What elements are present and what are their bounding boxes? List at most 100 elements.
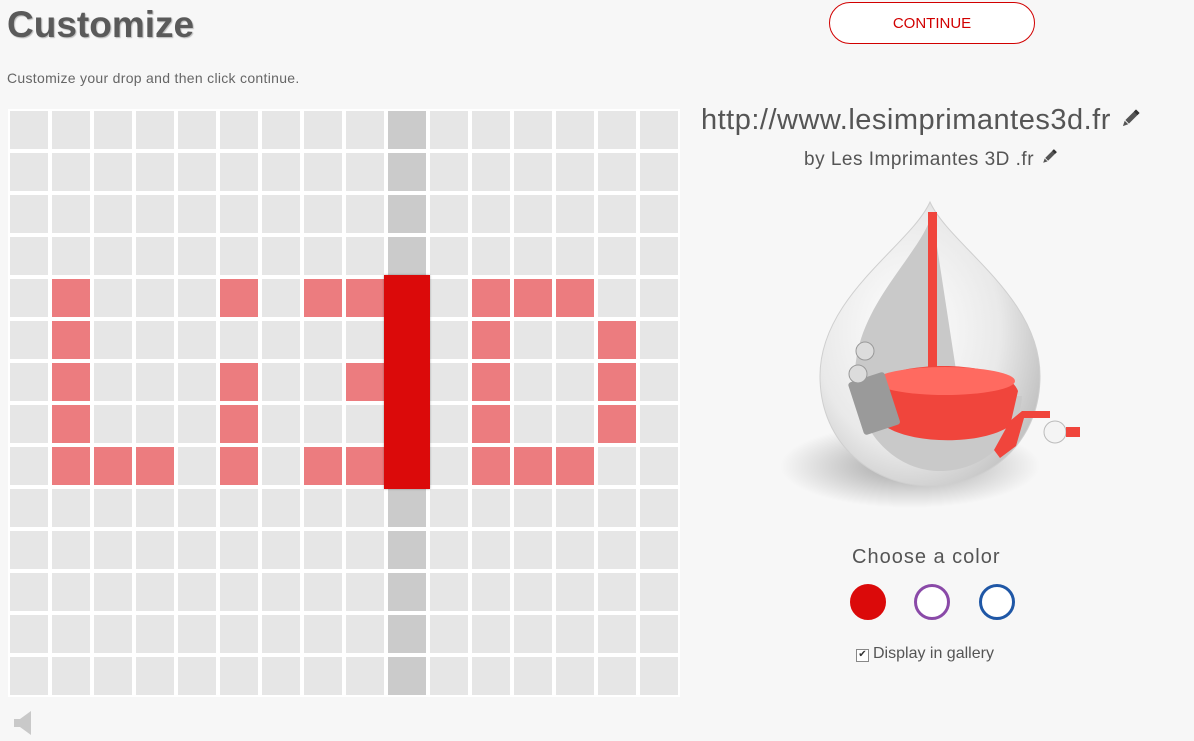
grid-cell-r2-c14[interactable] xyxy=(598,195,636,233)
grid-cell-r12-c12[interactable] xyxy=(514,615,552,653)
grid-cell-r3-c4[interactable] xyxy=(178,237,216,275)
grid-cell-r4-c12[interactable] xyxy=(514,279,552,317)
grid-cell-r8-c10[interactable] xyxy=(430,447,468,485)
grid-cell-r2-c6[interactable] xyxy=(262,195,300,233)
grid-cell-r10-c11[interactable] xyxy=(472,531,510,569)
grid-cell-r2-c1[interactable] xyxy=(52,195,90,233)
grid-cell-r0-c6[interactable] xyxy=(262,111,300,149)
grid-cell-r10-c13[interactable] xyxy=(556,531,594,569)
grid-cell-r0-c11[interactable] xyxy=(472,111,510,149)
grid-cell-r9-c8[interactable] xyxy=(346,489,384,527)
grid-cell-r0-c3[interactable] xyxy=(136,111,174,149)
grid-cell-r5-c4[interactable] xyxy=(178,321,216,359)
grid-cell-r6-c3[interactable] xyxy=(136,363,174,401)
grid-cell-r13-c12[interactable] xyxy=(514,657,552,695)
grid-cell-r9-c13[interactable] xyxy=(556,489,594,527)
grid-cell-r9-c5[interactable] xyxy=(220,489,258,527)
grid-cell-r8-c0[interactable] xyxy=(10,447,48,485)
grid-cell-r13-c0[interactable] xyxy=(10,657,48,695)
grid-cell-r9-c11[interactable] xyxy=(472,489,510,527)
grid-cell-r4-c4[interactable] xyxy=(178,279,216,317)
grid-cell-r9-c2[interactable] xyxy=(94,489,132,527)
grid-cell-r10-c3[interactable] xyxy=(136,531,174,569)
grid-cell-r12-c13[interactable] xyxy=(556,615,594,653)
grid-cell-r5-c13[interactable] xyxy=(556,321,594,359)
grid-cell-r11-c8[interactable] xyxy=(346,573,384,611)
grid-cell-r12-c0[interactable] xyxy=(10,615,48,653)
grid-cell-r0-c1[interactable] xyxy=(52,111,90,149)
grid-cell-r8-c12[interactable] xyxy=(514,447,552,485)
speaker-icon[interactable] xyxy=(12,710,36,736)
grid-cell-r6-c6[interactable] xyxy=(262,363,300,401)
grid-cell-r0-c12[interactable] xyxy=(514,111,552,149)
grid-cell-r10-c15[interactable] xyxy=(640,531,678,569)
grid-cell-r5-c3[interactable] xyxy=(136,321,174,359)
pattern-grid[interactable] xyxy=(8,109,680,697)
grid-cell-r2-c7[interactable] xyxy=(304,195,342,233)
grid-cell-r12-c4[interactable] xyxy=(178,615,216,653)
grid-cell-r3-c14[interactable] xyxy=(598,237,636,275)
grid-cell-r0-c5[interactable] xyxy=(220,111,258,149)
grid-cell-r4-c11[interactable] xyxy=(472,279,510,317)
grid-cell-r7-c0[interactable] xyxy=(10,405,48,443)
grid-cell-r2-c2[interactable] xyxy=(94,195,132,233)
grid-cell-r3-c2[interactable] xyxy=(94,237,132,275)
grid-cell-r3-c1[interactable] xyxy=(52,237,90,275)
grid-cell-r0-c7[interactable] xyxy=(304,111,342,149)
grid-cell-r9-c14[interactable] xyxy=(598,489,636,527)
grid-cell-r4-c8[interactable] xyxy=(346,279,384,317)
grid-cell-r8-c14[interactable] xyxy=(598,447,636,485)
grid-cell-r5-c8[interactable] xyxy=(346,321,384,359)
grid-cell-r3-c11[interactable] xyxy=(472,237,510,275)
grid-cell-r5-c6[interactable] xyxy=(262,321,300,359)
grid-cell-r5-c7[interactable] xyxy=(304,321,342,359)
grid-cell-r10-c2[interactable] xyxy=(94,531,132,569)
grid-cell-r7-c14[interactable] xyxy=(598,405,636,443)
grid-cell-r7-c3[interactable] xyxy=(136,405,174,443)
color-swatch-red[interactable] xyxy=(850,584,886,620)
grid-cell-r12-c2[interactable] xyxy=(94,615,132,653)
grid-cell-r2-c9[interactable] xyxy=(388,195,426,233)
grid-cell-r3-c6[interactable] xyxy=(262,237,300,275)
grid-cell-r13-c10[interactable] xyxy=(430,657,468,695)
grid-cell-r12-c6[interactable] xyxy=(262,615,300,653)
grid-cell-r13-c11[interactable] xyxy=(472,657,510,695)
grid-cell-r6-c15[interactable] xyxy=(640,363,678,401)
grid-cell-r10-c1[interactable] xyxy=(52,531,90,569)
grid-cell-r12-c5[interactable] xyxy=(220,615,258,653)
grid-cell-r8-c4[interactable] xyxy=(178,447,216,485)
grid-cell-r13-c6[interactable] xyxy=(262,657,300,695)
grid-cell-r9-c10[interactable] xyxy=(430,489,468,527)
grid-cell-r4-c1[interactable] xyxy=(52,279,90,317)
grid-cell-r3-c9[interactable] xyxy=(388,237,426,275)
grid-cell-r11-c2[interactable] xyxy=(94,573,132,611)
grid-cell-r4-c3[interactable] xyxy=(136,279,174,317)
grid-cell-r7-c11[interactable] xyxy=(472,405,510,443)
grid-cell-r11-c9[interactable] xyxy=(388,573,426,611)
grid-cell-r11-c4[interactable] xyxy=(178,573,216,611)
grid-cell-r0-c0[interactable] xyxy=(10,111,48,149)
grid-cell-r9-c3[interactable] xyxy=(136,489,174,527)
grid-cell-r11-c12[interactable] xyxy=(514,573,552,611)
grid-cell-r10-c4[interactable] xyxy=(178,531,216,569)
grid-cell-r5-c12[interactable] xyxy=(514,321,552,359)
grid-cell-r9-c1[interactable] xyxy=(52,489,90,527)
grid-cell-r8-c5[interactable] xyxy=(220,447,258,485)
grid-cell-r3-c0[interactable] xyxy=(10,237,48,275)
grid-cell-r3-c13[interactable] xyxy=(556,237,594,275)
grid-cell-r13-c14[interactable] xyxy=(598,657,636,695)
grid-cell-r11-c3[interactable] xyxy=(136,573,174,611)
grid-cell-r8-c11[interactable] xyxy=(472,447,510,485)
grid-cell-r4-c0[interactable] xyxy=(10,279,48,317)
grid-cell-r6-c1[interactable] xyxy=(52,363,90,401)
grid-cell-r3-c3[interactable] xyxy=(136,237,174,275)
grid-cell-r11-c5[interactable] xyxy=(220,573,258,611)
grid-cell-r0-c8[interactable] xyxy=(346,111,384,149)
grid-cell-r7-c4[interactable] xyxy=(178,405,216,443)
edit-author-pencil-icon[interactable] xyxy=(1040,148,1058,172)
grid-cell-r9-c4[interactable] xyxy=(178,489,216,527)
grid-cell-r13-c4[interactable] xyxy=(178,657,216,695)
grid-cell-r7-c12[interactable] xyxy=(514,405,552,443)
grid-cell-r12-c3[interactable] xyxy=(136,615,174,653)
grid-cell-r13-c2[interactable] xyxy=(94,657,132,695)
